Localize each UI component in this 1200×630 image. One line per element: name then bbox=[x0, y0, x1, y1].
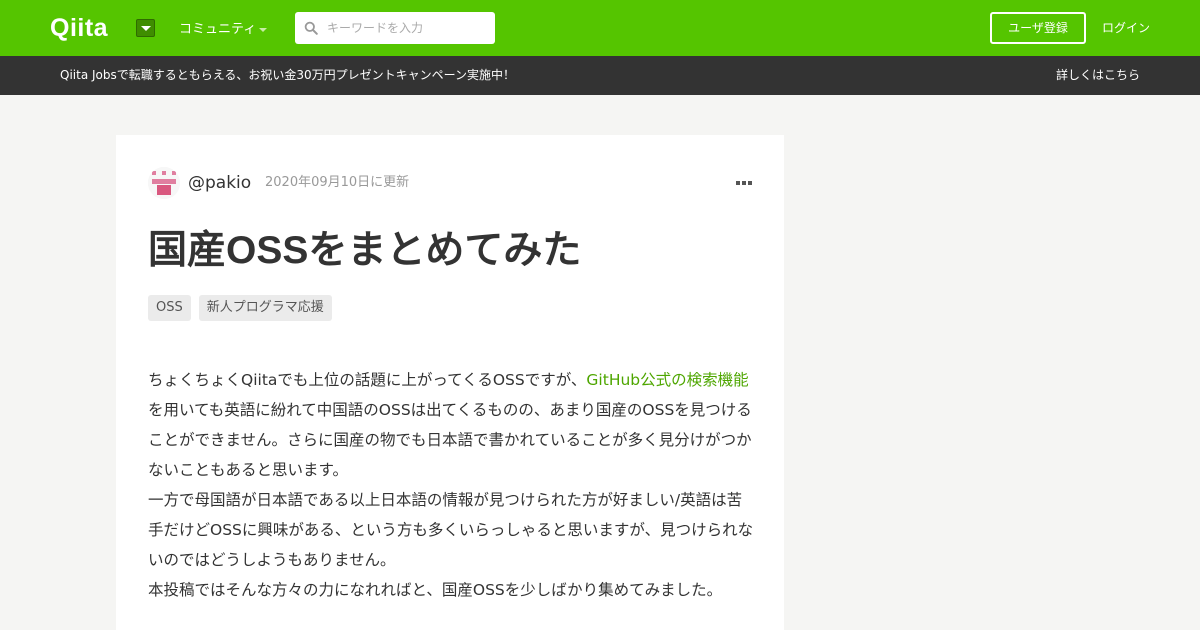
paragraph: ちょくちょくQiitaでも上位の話題に上がってくるOSSですが、GitHub公式… bbox=[148, 365, 754, 485]
banner-details-link[interactable]: 詳しくはこちら bbox=[1056, 67, 1140, 84]
global-header: Qiita コミュニティ ユーザ登録 ログイン bbox=[0, 0, 1200, 56]
qiita-logo[interactable]: Qiita bbox=[50, 14, 108, 42]
signup-button[interactable]: ユーザ登録 bbox=[990, 12, 1086, 44]
banner-text: Qiita Jobsで転職するともらえる、お祝い金30万円プレゼントキャンペーン… bbox=[60, 68, 516, 82]
article-title: 国産OSSをまとめてみた bbox=[148, 229, 582, 272]
chevron-down-icon bbox=[259, 28, 267, 32]
paragraph: 本投稿ではそんな方々の力になれればと、国産OSSを少しばかり集めてみました。 bbox=[148, 581, 723, 599]
tag-oss[interactable]: OSS bbox=[148, 295, 191, 321]
updated-date: 2020年09月10日に更新 bbox=[265, 175, 410, 190]
avatar[interactable] bbox=[148, 167, 180, 199]
login-link[interactable]: ログイン bbox=[1102, 20, 1150, 36]
tag-newbie-programmer[interactable]: 新人プログラマ応援 bbox=[198, 295, 332, 321]
tag-list: OSS 新人プログラマ応援 bbox=[148, 295, 332, 321]
search-box[interactable] bbox=[295, 12, 495, 44]
logo-dropdown-toggle[interactable] bbox=[136, 19, 155, 37]
article-card: @pakio 2020年09月10日に更新 国産OSSをまとめてみた OSS 新… bbox=[116, 135, 784, 630]
article-body: ちょくちょくQiitaでも上位の話題に上がってくるOSSですが、GitHub公式… bbox=[148, 365, 754, 605]
paragraph-text: ちょくちょくQiitaでも上位の話題に上がってくるOSSですが、 bbox=[148, 371, 587, 389]
search-input[interactable] bbox=[327, 18, 487, 38]
paragraph-text: を用いても英語に紛れて中国語のOSSは出てくるものの、あまり国産のOSSを見つけ… bbox=[148, 401, 752, 479]
campaign-banner: Qiita Jobsで転職するともらえる、お祝い金30万円プレゼントキャンペーン… bbox=[0, 56, 1200, 95]
author-name[interactable]: @pakio bbox=[188, 172, 251, 194]
community-menu[interactable]: コミュニティ bbox=[179, 21, 256, 39]
github-search-link[interactable]: GitHub公式の検索機能 bbox=[586, 371, 748, 389]
more-options-icon[interactable] bbox=[736, 180, 752, 186]
paragraph: 一方で母国語が日本語である以上日本語の情報が見つけられた方が好ましい/英語は苦手… bbox=[148, 491, 754, 569]
search-icon bbox=[304, 21, 318, 35]
avatar-identicon bbox=[148, 167, 180, 199]
